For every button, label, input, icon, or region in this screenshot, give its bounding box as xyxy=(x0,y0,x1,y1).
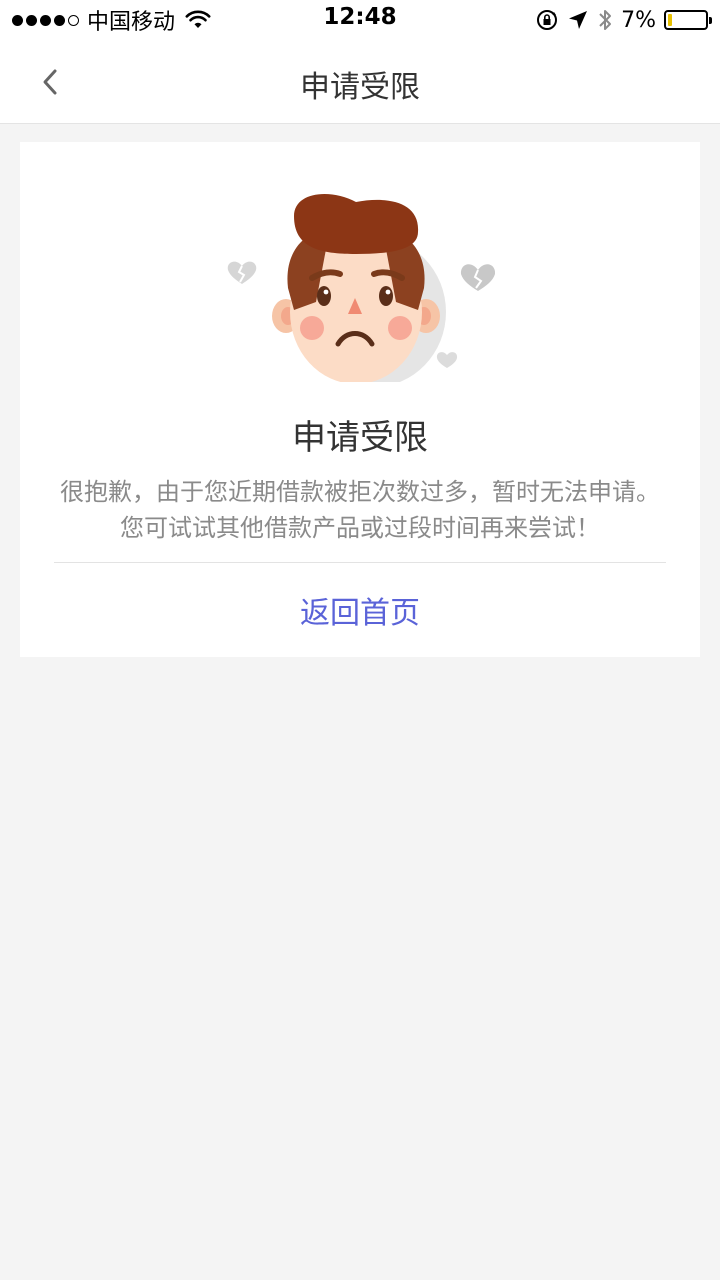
restriction-message: 很抱歉，由于您近期借款被拒次数过多，暂时无法申请。您可试试其他借款产品或过段时间… xyxy=(60,478,660,542)
orientation-lock-icon xyxy=(537,10,558,30)
sad-face-with-broken-hearts-icon xyxy=(227,193,496,382)
battery-percentage: 7% xyxy=(621,7,656,33)
navigation-bar: 申请受限 xyxy=(0,40,720,124)
bluetooth-icon xyxy=(599,10,612,30)
status-right: 7% xyxy=(535,6,712,34)
battery-level-fill xyxy=(668,14,672,26)
restriction-title: 申请受限 xyxy=(292,418,428,458)
location-icon xyxy=(569,11,588,29)
broken-heart-icon xyxy=(227,261,257,284)
return-home-button[interactable]: 返回首页 xyxy=(54,563,666,657)
broken-heart-icon xyxy=(460,264,496,291)
battery-icon xyxy=(664,10,712,30)
broken-heart-icon xyxy=(436,352,458,368)
status-bar: 中国移动 12:48 7% xyxy=(0,0,720,40)
restriction-card: 申请受限 很抱歉，由于您近期借款被拒次数过多，暂时无法申请。您可试试其他借款产品… xyxy=(20,142,700,657)
battery-tip xyxy=(709,17,712,24)
page-title: 申请受限 xyxy=(300,70,420,105)
